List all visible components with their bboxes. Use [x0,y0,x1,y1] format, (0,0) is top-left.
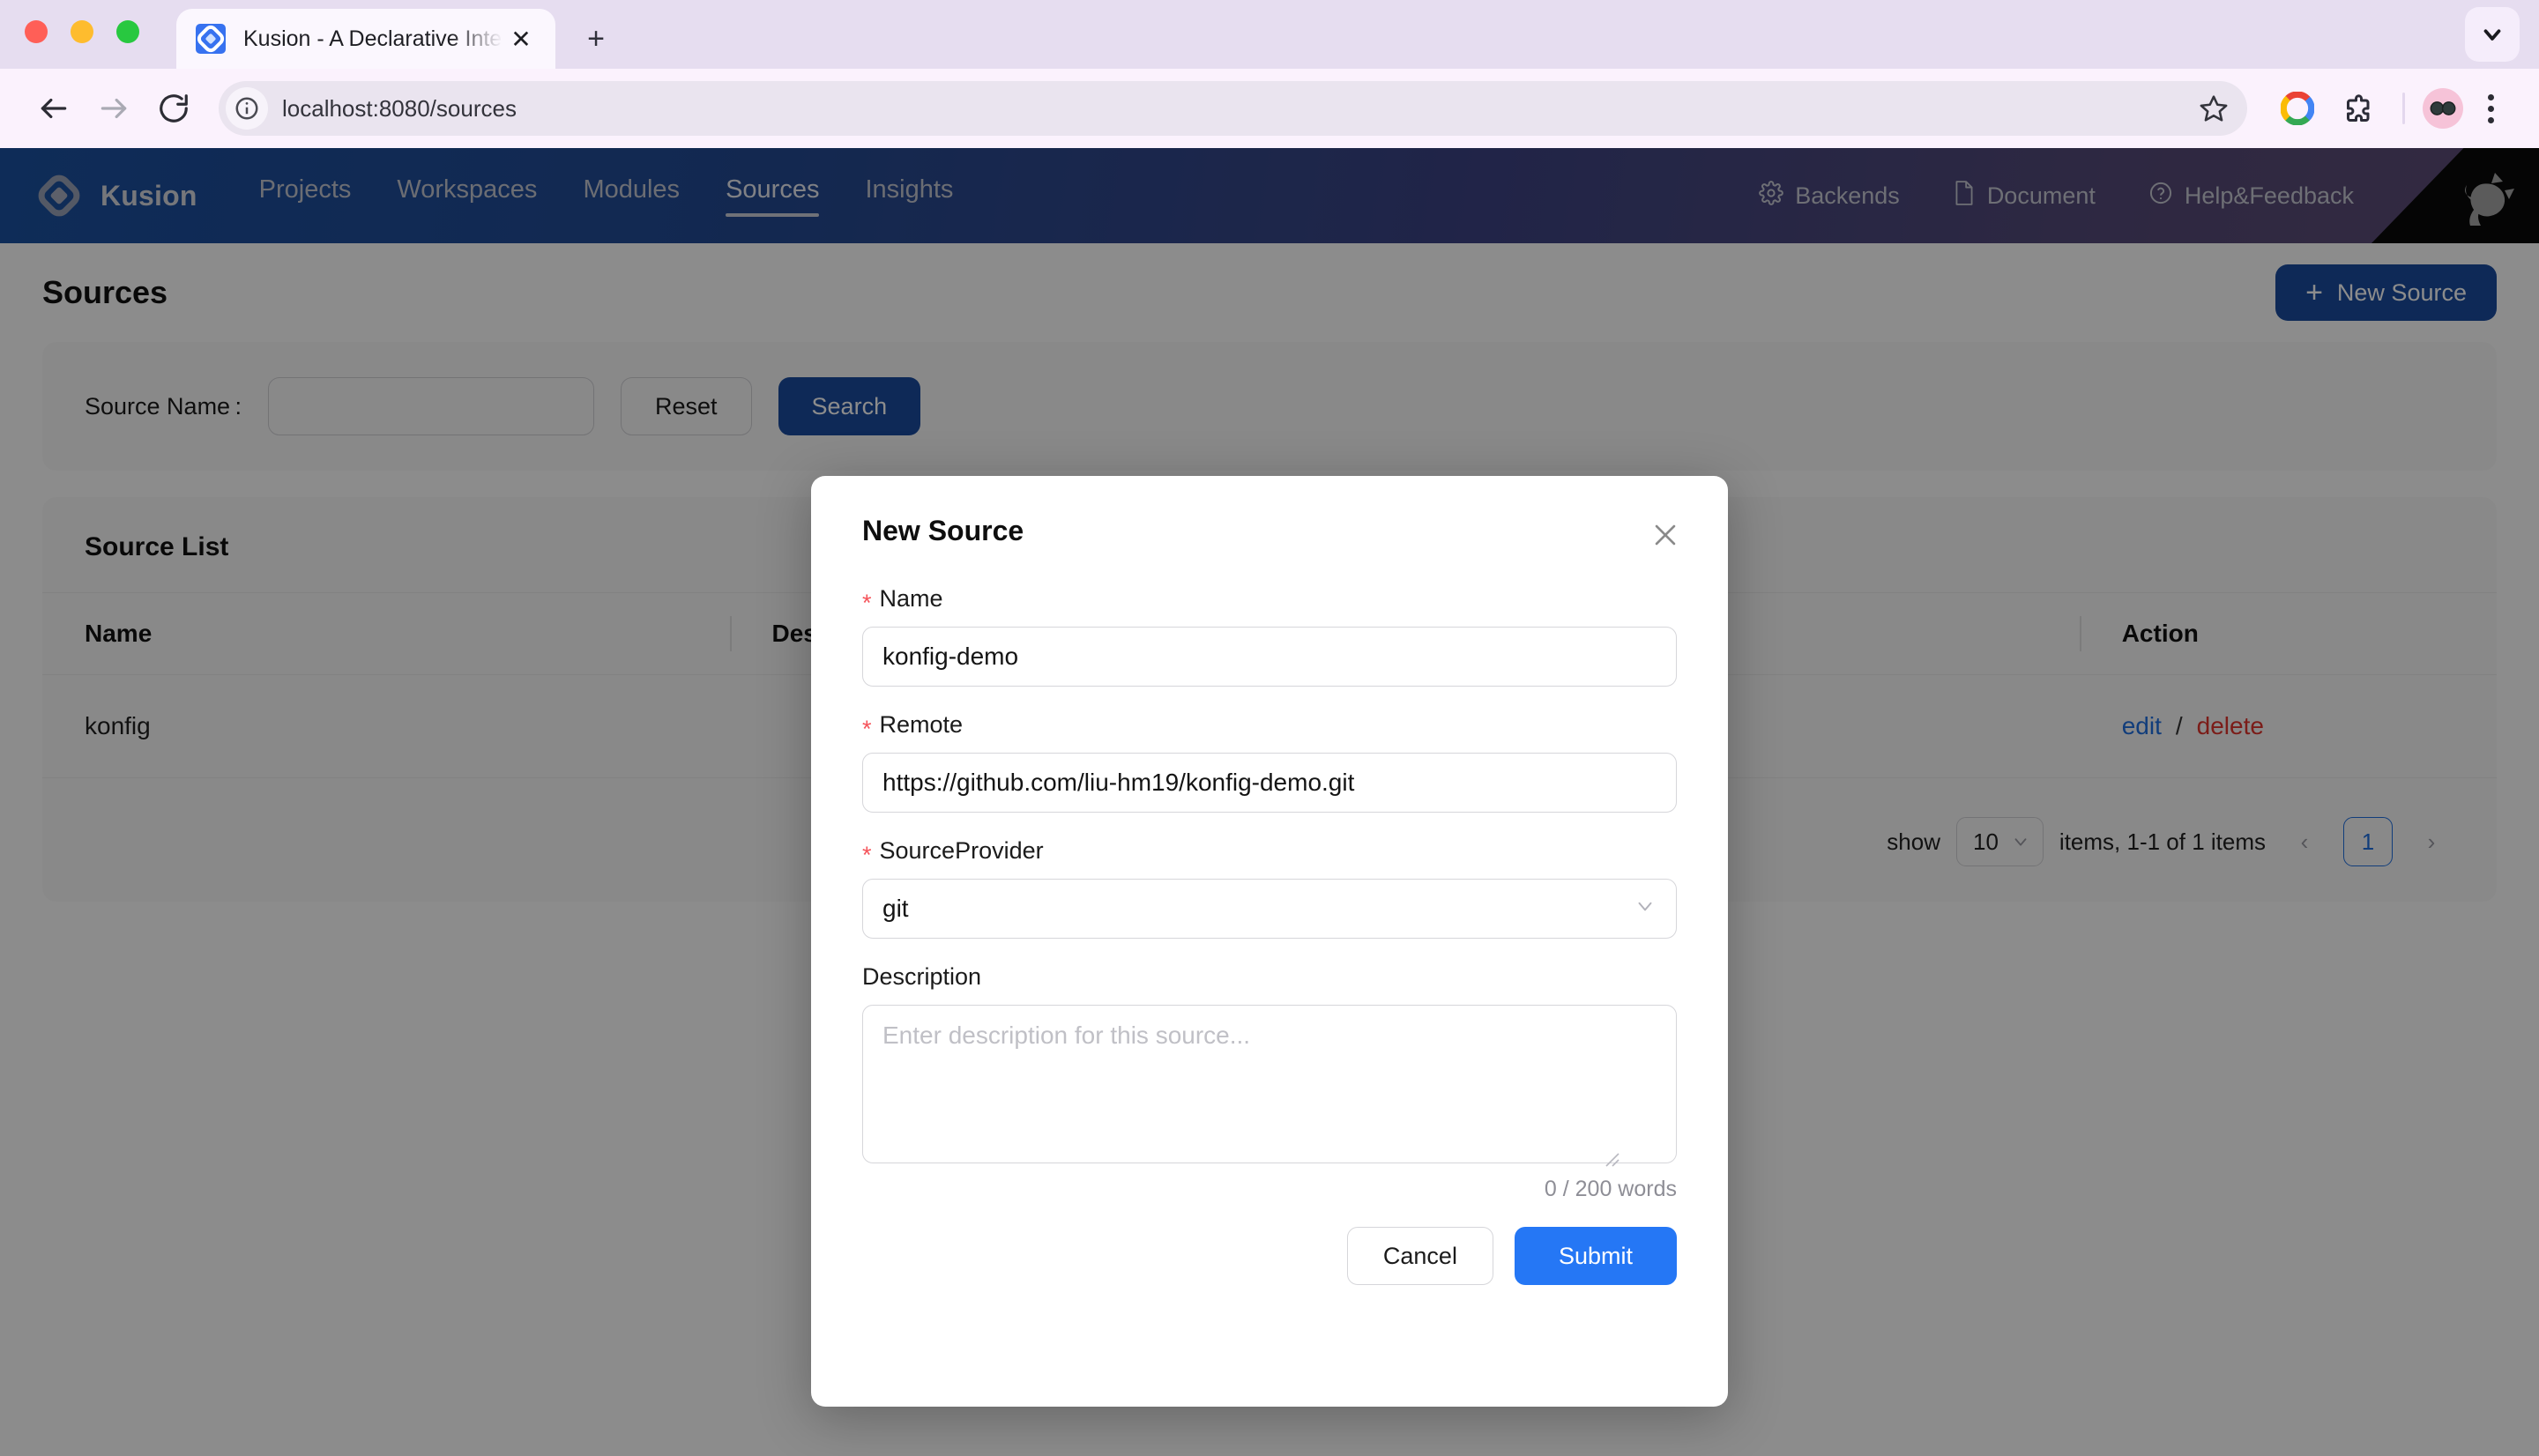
field-source-provider-label: * SourceProvider [862,837,1677,868]
cancel-button[interactable]: Cancel [1346,1227,1493,1285]
extensions-puzzle-icon[interactable] [2330,81,2385,136]
close-icon[interactable] [1645,515,1686,555]
tab-strip: Kusion - A Declarative Intent D ✕ + [0,0,2539,69]
submit-button[interactable]: Submit [1514,1227,1677,1285]
google-account-icon[interactable] [2270,81,2325,136]
field-name: * Name [862,585,1677,687]
name-input[interactable] [862,627,1677,687]
toolbar-divider [2402,93,2405,124]
chevron-down-icon [1634,895,1657,924]
required-asterisk: * [862,716,872,742]
maximize-window-button[interactable] [116,20,139,43]
kusion-favicon-icon [196,24,226,54]
new-tab-button[interactable]: + [571,14,621,63]
address-bar[interactable]: localhost:8080/sources [219,81,2247,136]
required-asterisk: * [862,842,872,868]
window-traffic-lights [25,0,139,69]
browser-menu-icon[interactable] [2468,81,2513,136]
field-source-provider-label-text: SourceProvider [879,837,1044,864]
url-text: localhost:8080/sources [282,94,517,122]
field-remote: * Remote [862,711,1677,813]
minimize-window-button[interactable] [71,20,93,43]
close-window-button[interactable] [25,20,48,43]
description-wrapper [862,1005,1677,1168]
reload-button-icon[interactable] [146,81,201,136]
field-description-label: Description [862,963,1677,991]
browser-toolbar: localhost:8080/sources [0,69,2539,148]
close-tab-button[interactable]: ✕ [503,20,540,57]
field-description: Description 0 / 200 words [862,963,1677,1202]
required-asterisk: * [862,590,872,616]
word-count: 0 / 200 words [1544,1177,1677,1201]
field-name-label-text: Name [879,585,943,612]
browser-tab[interactable]: Kusion - A Declarative Intent D ✕ [176,9,555,69]
remote-input[interactable] [862,753,1677,813]
tab-list-chevron-down-icon[interactable] [2465,7,2520,62]
back-button-icon[interactable] [26,81,81,136]
browser-window: Kusion - A Declarative Intent D ✕ + loca… [0,0,2539,1456]
field-description-label-text: Description [862,963,982,990]
field-remote-label-text: Remote [879,711,964,738]
profile-avatar[interactable] [2423,88,2463,129]
modal-header: New Source [862,476,1677,585]
field-name-label: * Name [862,585,1677,616]
new-source-modal: New Source * Name * Remote [811,476,1728,1407]
source-provider-value: git [882,895,909,922]
modal-footer: Cancel Submit [862,1227,1677,1285]
bookmark-star-icon[interactable] [2189,84,2238,133]
site-info-icon[interactable] [226,87,268,130]
source-provider-select[interactable]: git [862,879,1677,939]
description-textarea[interactable] [862,1005,1677,1163]
field-remote-label: * Remote [862,711,1677,742]
modal-title: New Source [862,515,1024,546]
forward-button-icon [86,81,141,136]
tab-title: Kusion - A Declarative Intent D [243,26,503,51]
page-viewport: Kusion Projects Workspaces Modules Sourc… [0,148,2539,1456]
field-source-provider: * SourceProvider git [862,837,1677,939]
